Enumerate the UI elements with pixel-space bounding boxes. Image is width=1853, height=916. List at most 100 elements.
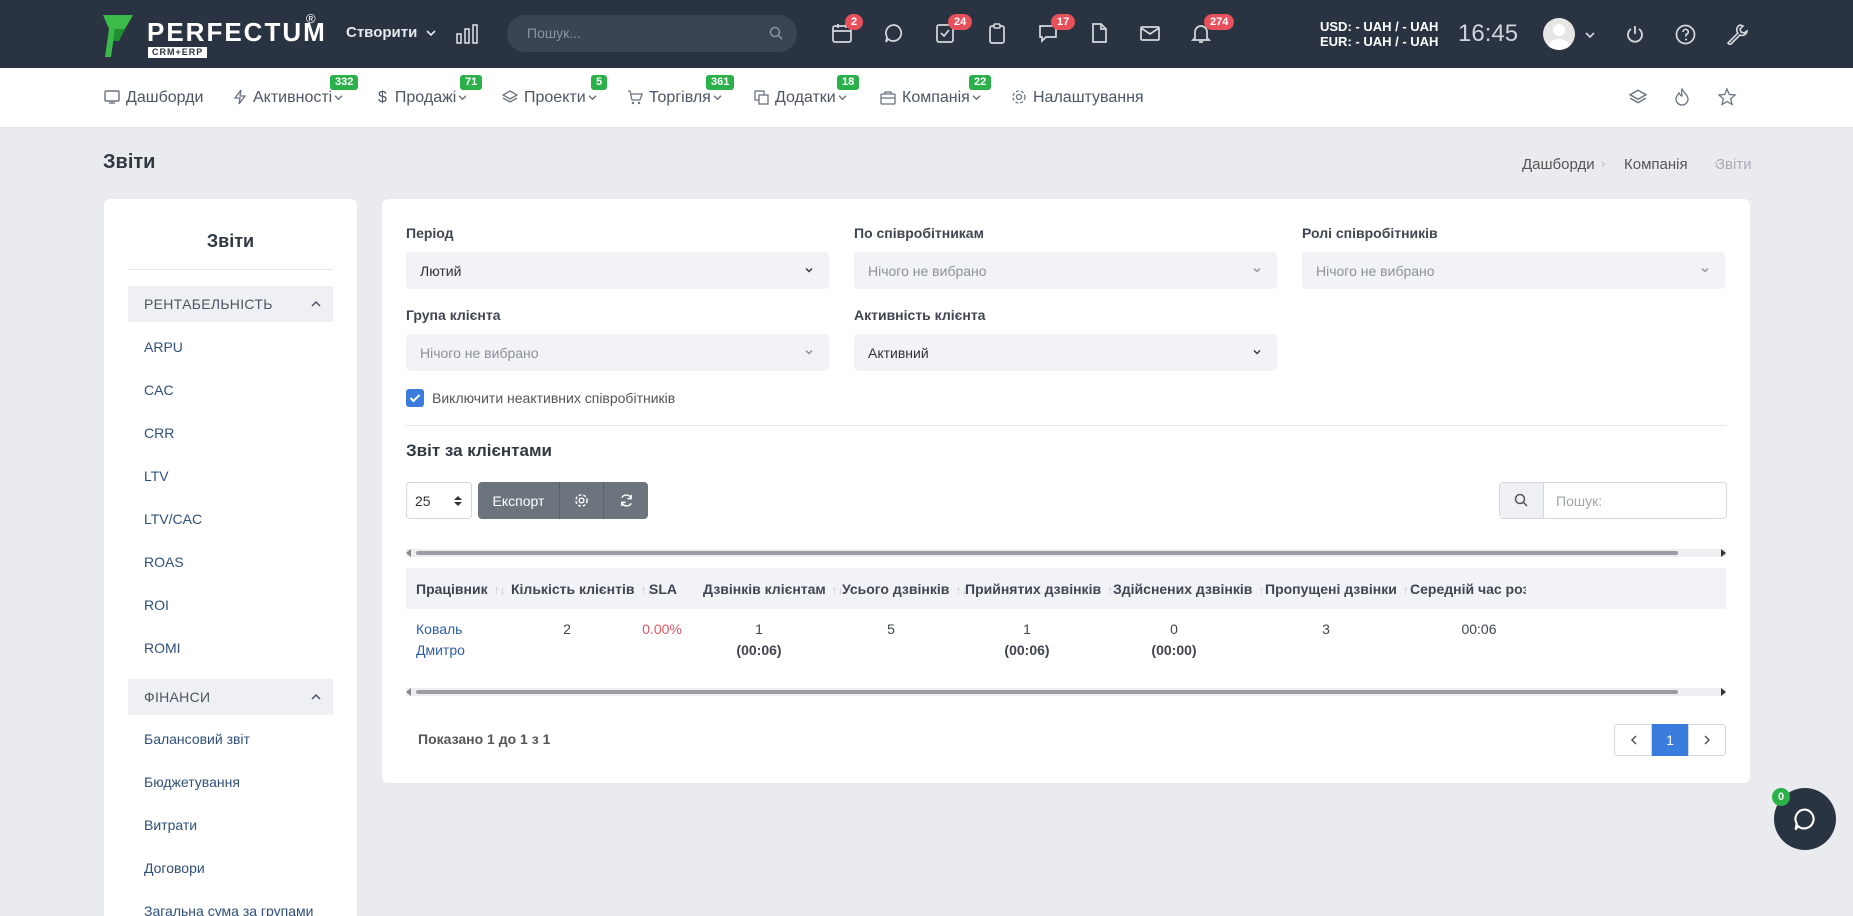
page-size-select[interactable]: 25 [406,482,472,519]
scrollbar-thumb[interactable] [416,551,1678,555]
nav-addons[interactable]: Додатки 18 [754,75,860,107]
horizontal-scrollbar[interactable] [406,549,1726,557]
settings-button[interactable] [560,482,604,519]
nav-activities[interactable]: Активності 332 [233,75,359,107]
chevron-down-icon[interactable] [1585,31,1595,39]
table-search[interactable]: Пошук: [1499,482,1727,519]
scroll-left-arrow[interactable] [406,549,411,557]
period-select[interactable]: Лютий [406,252,829,289]
chevron-down-icon [1253,268,1261,273]
search-icon [1514,493,1528,507]
sidebar-item-cac[interactable]: CAC [144,382,174,398]
column-header[interactable]: Пропущені дзвінки ↑↓ [1265,581,1415,597]
sidebar-section-profitability[interactable]: РЕНТАБЕЛЬНІСТЬ [128,286,333,322]
employees-select[interactable]: Нічого не вибрано [854,252,1277,289]
sidebar-item-roas[interactable]: ROAS [144,554,184,570]
exclude-inactive-checkbox[interactable] [406,389,424,407]
sidebar-item-roi[interactable]: ROI [144,597,169,613]
column-header[interactable]: SLA [649,581,677,597]
page-title: Звіти [103,151,156,173]
messages-button[interactable]: 17 [1037,14,1076,46]
gear-icon [1012,90,1026,104]
sidebar-item-expenses[interactable]: Витрати [144,817,197,833]
column-header[interactable]: Прийнятих дзвінків ↑↓ [965,581,1119,597]
horizontal-scrollbar[interactable] [406,688,1726,696]
column-header[interactable]: Працівник ↑↓ [416,581,506,597]
column-label: Кількість клієнтів [511,581,635,597]
scroll-left-arrow[interactable] [406,688,411,696]
nav-dashboards[interactable]: Дашборди [104,89,203,107]
nav-trade[interactable]: Торгівля 361 [627,75,735,107]
client-group-select[interactable]: Нічого не вибрано [406,334,829,371]
user-icon [1547,24,1571,50]
mail-button[interactable] [1139,22,1163,46]
wrench-icon[interactable] [1726,23,1748,45]
divider [406,425,1726,426]
dollar-icon: $ [378,89,387,106]
sidebar-item-budgeting[interactable]: Бюджетування [144,774,240,790]
bar-chart-icon[interactable] [456,24,478,44]
help-icon[interactable] [1675,24,1696,45]
create-label: Створити [346,24,418,41]
page-button-current[interactable]: 1 [1652,724,1688,756]
user-avatar[interactable] [1543,18,1575,50]
fire-icon[interactable] [1674,88,1690,106]
column-header[interactable]: Усього дзвінків ↑↓ [842,581,967,597]
brand-logo[interactable]: PERFECTUM ® CRM+ERP [103,11,325,61]
chevron-down-icon [458,95,467,101]
nav-label: Компанія [902,89,970,106]
sidebar-item-group-totals[interactable]: Загальна сума за групами [144,903,313,916]
sidebar-item-arpu[interactable]: ARPU [144,339,183,355]
scroll-right-arrow[interactable] [1721,688,1726,696]
search-addon [1500,483,1544,518]
nav-settings[interactable]: Налаштування [1011,89,1144,107]
nav-projects[interactable]: Проекти 5 [501,75,608,107]
column-header[interactable]: Здійснених дзвінків ↑↓ [1113,581,1270,597]
power-icon[interactable] [1625,24,1645,44]
client-activity-select[interactable]: Активний [854,334,1277,371]
sidebar-title: Звіти [206,231,255,251]
scroll-right-arrow[interactable] [1721,549,1726,557]
column-label: Пропущені дзвінки [1265,581,1397,597]
breadcrumb-company[interactable]: Компанія [1624,156,1688,173]
sidebar-item-balance[interactable]: Балансовий звіт [144,731,250,747]
employee-link[interactable]: Коваль Дмитро [416,619,465,661]
calls-to-clients-time: (00:06) [736,642,782,658]
sidebar-item-crr[interactable]: CRR [144,425,174,441]
monitor-icon [104,90,120,104]
checkmark-icon [409,394,421,403]
prev-page-button[interactable] [1614,724,1652,756]
scrollbar-thumb[interactable] [416,690,1678,694]
create-menu-button[interactable]: Створити [346,24,436,41]
roles-select[interactable]: Нічого не вибрано [1302,252,1725,289]
column-header[interactable]: Середній час розмо [1410,581,1526,597]
refresh-button[interactable] [604,482,648,519]
sidebar-item-ltv[interactable]: LTV [144,468,169,484]
global-search[interactable]: Пошук... [507,15,797,52]
documents-button[interactable] [1088,22,1112,46]
made-calls-count: 0 [1170,621,1178,637]
export-button[interactable]: Експорт [478,482,560,519]
sidebar-item-romi[interactable]: ROMI [144,640,181,656]
calendar-button[interactable]: 2 [831,14,864,46]
sidebar-section-finance[interactable]: ФІНАНСИ [128,679,333,715]
sidebar-item-contracts[interactable]: Договори [144,860,205,876]
chat-button[interactable] [883,22,907,46]
breadcrumb-dashboards[interactable]: Дашборди [1522,156,1595,173]
layers-icon[interactable] [1629,88,1647,106]
column-label: Середній час розмо [1410,581,1526,597]
tasks-button[interactable]: 24 [934,14,973,46]
notifications-button[interactable]: 274 [1190,14,1235,46]
nav-label: Додатки [775,89,836,106]
column-header[interactable]: Дзвінків клієнтам ↑↓ [703,581,844,597]
next-page-button[interactable] [1688,724,1726,756]
chat-fab-button[interactable]: 0 [1772,788,1836,850]
sla-value: 0.00% [642,621,682,637]
exclude-inactive-label[interactable]: Виключити неактивних співробітників [432,390,675,406]
star-icon[interactable] [1718,88,1736,106]
nav-sales[interactable]: $ Продажі 71 [378,75,483,107]
column-header[interactable]: Кількість клієнтів ↑↓ [511,581,652,597]
sidebar-item-ltv-cac[interactable]: LTV/CAC [144,511,202,527]
nav-company[interactable]: Компанія 22 [880,75,992,107]
clipboard-button[interactable] [986,22,1010,46]
